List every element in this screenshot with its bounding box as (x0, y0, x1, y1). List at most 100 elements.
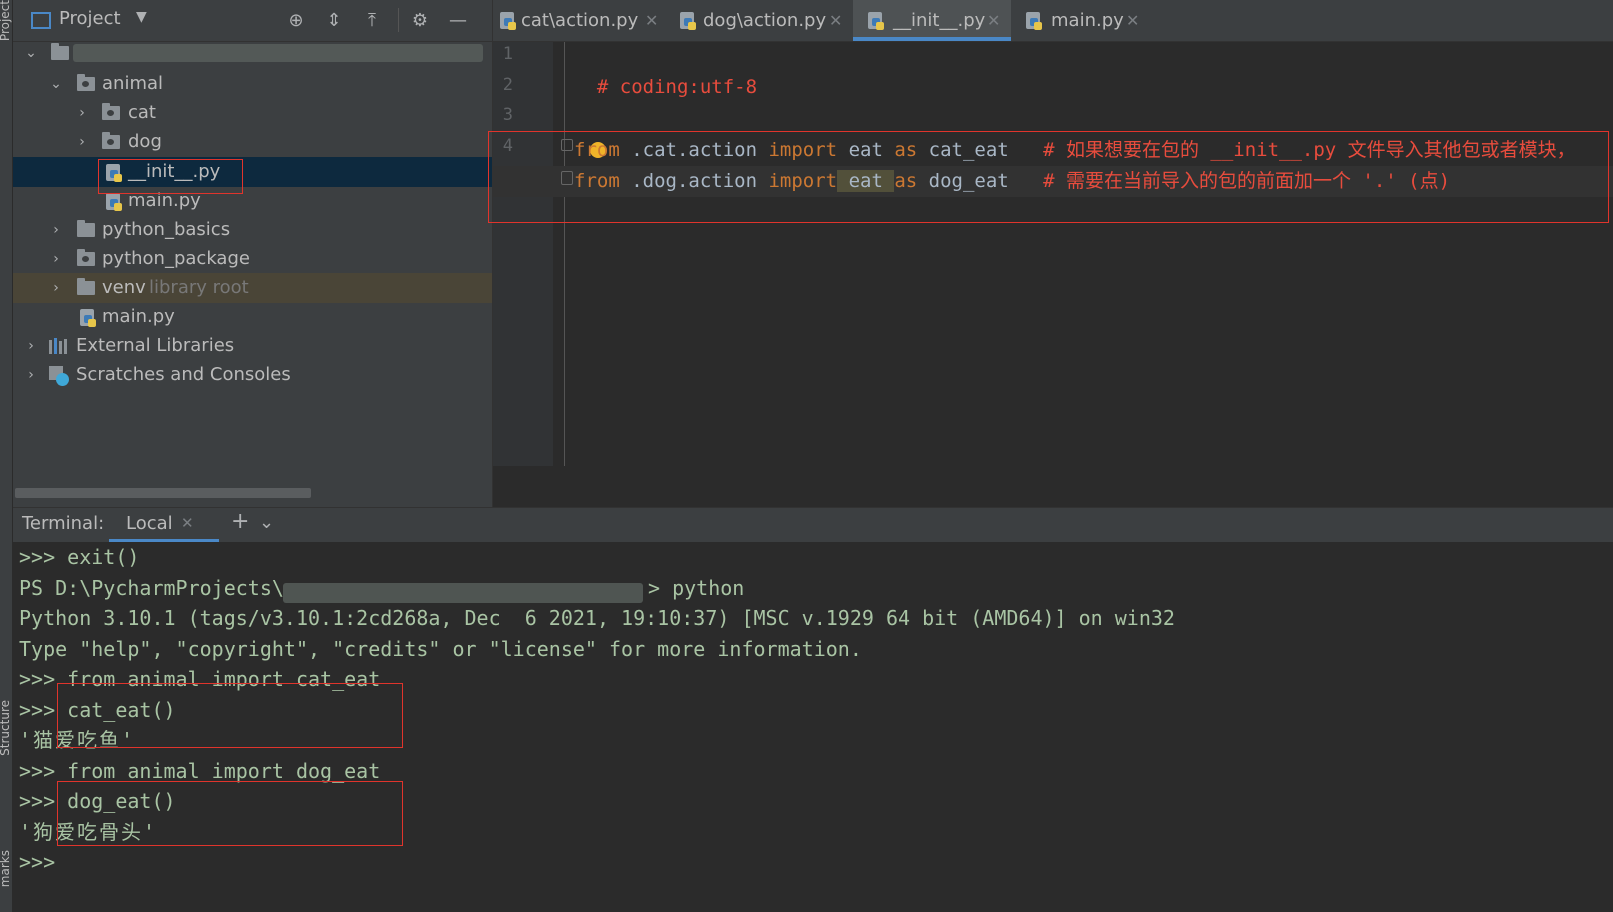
tree-item-python-basics[interactable]: › python_basics (13, 215, 492, 245)
python-file-icon (679, 11, 697, 30)
tree-item-animal[interactable]: ⌄ animal (13, 69, 492, 99)
tree-item-label: dog (128, 131, 162, 152)
chevron-right-icon[interactable]: › (48, 273, 64, 303)
fold-icon[interactable] (561, 171, 573, 185)
tree-row-root[interactable]: ⌄ (13, 38, 492, 68)
terminal-label: Terminal: (22, 513, 105, 534)
expand-all-icon[interactable]: ⇕ (325, 12, 343, 30)
project-tool-button[interactable]: Project (0, 0, 12, 41)
chevron-down-icon[interactable]: ⌄ (259, 512, 274, 533)
chevron-down-icon[interactable]: ▼ (136, 9, 147, 25)
terminal-tab-local[interactable]: Local ✕ (109, 508, 219, 543)
locate-icon[interactable]: ⊕ (287, 12, 305, 30)
terminal-line: Python 3.10.1 (tags/v3.10.1:2cd268a, Dec… (19, 606, 1175, 630)
tree-item-main-py[interactable]: main.py (13, 186, 492, 216)
tree-item-external-libraries[interactable]: › External Libraries (13, 331, 492, 361)
tree-item-label: main.py (102, 306, 175, 327)
python-file-icon (105, 192, 123, 211)
tree-item-label: Scratches and Consoles (76, 364, 291, 385)
code-line-1: # coding:utf-8 (574, 42, 757, 98)
python-file-icon (499, 11, 517, 30)
chevron-right-icon[interactable]: › (23, 331, 39, 361)
close-icon[interactable]: ✕ (645, 0, 658, 41)
terminal-header: Terminal: Local ✕ + ⌄ (13, 507, 1613, 543)
tab-label: cat\action.py (521, 10, 639, 31)
tree-item-python-package[interactable]: › python_package (13, 244, 492, 274)
close-icon[interactable]: ✕ (181, 514, 194, 532)
chevron-right-icon[interactable]: › (23, 360, 39, 390)
chevron-right-icon[interactable]: › (74, 127, 90, 157)
tree-item-cat[interactable]: › cat (13, 98, 492, 128)
horizontal-scrollbar[interactable] (15, 488, 311, 498)
project-panel-header: Project ▼ ⊕ ⇕ ⤒ ⚙ — (13, 0, 492, 42)
import-alias: dog_eat (917, 170, 1009, 192)
active-tab-indicator (853, 37, 1011, 41)
tab-label: main.py (1051, 10, 1124, 31)
tree-item-label: python_basics (102, 219, 231, 240)
terminal-line: '猫爱吃鱼' (19, 728, 136, 752)
tree-item-label: __init__.py (128, 161, 221, 182)
close-icon[interactable]: ✕ (1126, 0, 1139, 41)
project-view-icon (31, 12, 51, 29)
chevron-right-icon[interactable]: › (48, 215, 64, 245)
close-icon[interactable]: ✕ (829, 0, 842, 41)
project-panel: Project ▼ ⊕ ⇕ ⤒ ⚙ — ⌄ ⌄ animal › cat › d… (13, 0, 493, 518)
imported-name: eat (837, 139, 895, 161)
tree-item-dog[interactable]: › dog (13, 127, 492, 157)
keyword-import: import (768, 139, 838, 161)
code-line-5: from .dog.action import eat as dog_eat #… (574, 166, 1450, 196)
gear-icon[interactable]: ⚙ (411, 12, 429, 30)
collapse-all-icon[interactable]: ⤒ (363, 12, 381, 30)
line-number: 1 (502, 44, 513, 64)
code-editor[interactable] (553, 42, 1613, 466)
tab-label: __init__.py (893, 10, 986, 31)
code-line-4: from .cat.action import eat as cat_eat #… (574, 135, 1576, 165)
keyword-from: from (574, 170, 620, 192)
tree-item-scratches[interactable]: › Scratches and Consoles (13, 360, 492, 390)
tree-item-label: main.py (128, 190, 201, 211)
terminal-line: >>> from animal import cat_eat (19, 667, 381, 691)
terminal-line: '狗爱吃骨头' (19, 820, 158, 844)
minimize-icon[interactable]: — (449, 12, 467, 30)
chevron-right-icon[interactable]: › (74, 98, 90, 128)
project-title[interactable]: Project (59, 8, 121, 29)
folder-icon (77, 278, 95, 295)
divider (398, 8, 399, 32)
package-icon (77, 74, 95, 91)
tab-cat-action[interactable]: cat\action.py ✕ (493, 0, 673, 41)
terminal-line: >>> dog_eat() (19, 789, 176, 813)
editor-tab-bar: cat\action.py ✕ dog\action.py ✕ __init__… (493, 0, 1613, 42)
chevron-down-icon[interactable]: ⌄ (23, 38, 39, 68)
folder-icon (77, 220, 95, 237)
redacted-path (283, 583, 643, 603)
structure-tool-button[interactable]: Structure (0, 700, 12, 756)
tab-init-py[interactable]: __init__.py ✕ (853, 0, 1011, 41)
import-alias: cat_eat (917, 139, 1009, 161)
code-comment: # 需要在当前导入的包的前面加一个 '.' (点) (1043, 170, 1451, 192)
chevron-right-icon[interactable]: › (48, 244, 64, 274)
fold-icon[interactable] (561, 139, 573, 151)
tree-item-root-main-py[interactable]: main.py (13, 302, 492, 332)
tree-item-init-py[interactable]: __init__.py (13, 157, 492, 187)
add-icon[interactable]: + (231, 509, 249, 534)
chevron-down-icon[interactable]: ⌄ (48, 69, 64, 99)
bookmarks-tool-button[interactable]: marks (0, 850, 12, 887)
line-number: 4 (502, 136, 513, 156)
tree-item-venv[interactable]: › venv library root (13, 273, 492, 303)
package-icon (77, 249, 95, 266)
terminal-line: > python (648, 576, 745, 600)
python-file-icon (79, 308, 97, 327)
python-file-icon (867, 11, 885, 30)
close-icon[interactable]: ✕ (987, 0, 1000, 41)
code-comment: # coding:utf-8 (596, 76, 758, 98)
folder-icon (51, 43, 69, 60)
gutter-divider (564, 42, 565, 466)
terminal-line: >>> from animal import dog_eat (19, 759, 381, 783)
module-path: .dog.action (619, 170, 769, 192)
tab-main-py[interactable]: main.py ✕ (1013, 0, 1143, 41)
keyword-as: as (894, 170, 918, 192)
terminal-line: >>> cat_eat() (19, 698, 176, 722)
module-path: .cat.action (619, 139, 769, 161)
python-file-icon (105, 163, 123, 182)
tab-dog-action[interactable]: dog\action.py ✕ (673, 0, 851, 41)
